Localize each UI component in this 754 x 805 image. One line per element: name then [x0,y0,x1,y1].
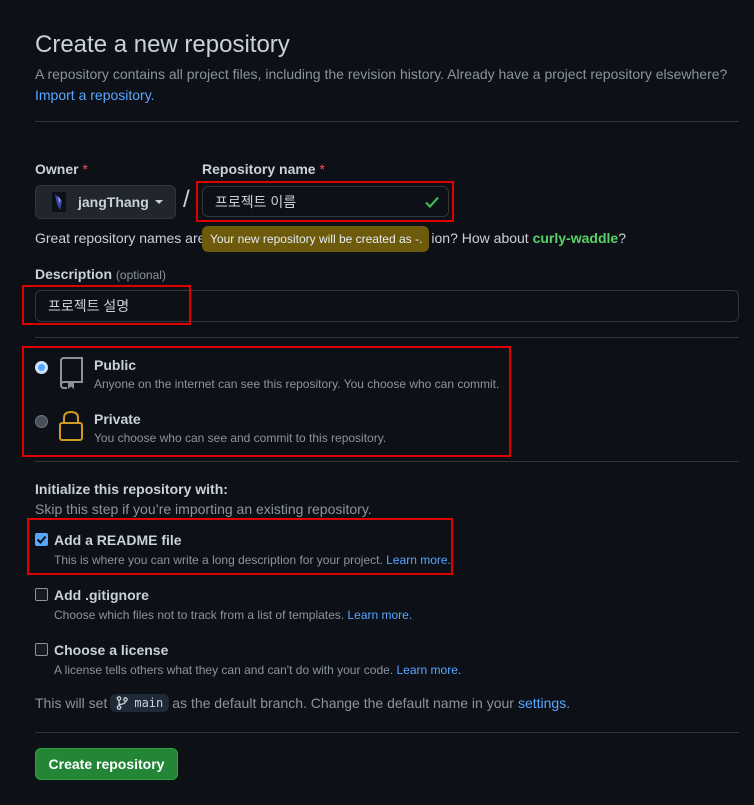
gitignore-desc: Choose which files not to track from a l… [54,608,412,622]
import-repository-link[interactable]: Import a repository. [35,87,155,103]
public-desc: Anyone on the internet can see this repo… [94,377,500,391]
private-radio[interactable] [35,415,48,428]
branch-note-end: . [566,695,571,711]
default-branch-note: This will set main as the default branch… [35,694,570,712]
create-repository-button[interactable]: Create repository [35,748,178,780]
branch-badge: main [110,694,170,712]
name-suggestion-link[interactable]: curly-waddle [533,230,619,246]
repo-name-input[interactable]: 프로젝트 이름 [202,186,449,217]
owner-label-text: Owner [35,161,79,177]
gitignore-title: Add .gitignore [54,587,149,603]
page-title: Create a new repository [35,31,290,58]
help-end: ? [618,230,626,246]
owner-dropdown[interactable]: jangThang [35,185,176,219]
description-label: Description (optional) [35,266,166,282]
gitignore-learn-more-link[interactable]: Learn more. [347,608,412,622]
private-title: Private [94,411,141,427]
public-radio[interactable] [35,361,48,374]
readme-desc: This is where you can write a long descr… [54,553,451,567]
branch-note-middle: as the default branch. Change the defaul… [172,695,514,711]
page-subtitle: A repository contains all project files,… [35,64,735,106]
avatar [52,192,66,212]
readme-checkbox[interactable] [35,533,48,546]
branch-note-prefix: This will set [35,695,108,711]
required-mark: * [82,161,88,177]
license-checkbox[interactable] [35,643,48,656]
repo-book-icon [60,357,83,389]
readme-learn-more-link[interactable]: Learn more. [386,553,451,567]
description-highlight [22,285,191,325]
owner-repo-separator: / [183,186,190,213]
checkmark-icon [36,535,47,544]
readme-title: Add a README file [54,532,182,548]
subtitle-text: A repository contains all project files,… [35,66,728,82]
repo-name-label: Repository name * [202,161,325,177]
help-prefix: Great repository names are [35,230,206,246]
owner-value: jangThang [78,194,149,210]
repo-name-tooltip: Your new repository will be created as -… [202,226,429,252]
branch-name: main [134,696,164,710]
license-desc-text: A license tells others what they can and… [54,663,394,677]
repo-name-value: 프로젝트 이름 [215,193,297,210]
gitignore-checkbox[interactable] [35,588,48,601]
divider [35,121,739,122]
private-desc: You choose who can see and commit to thi… [94,431,387,445]
license-title: Choose a license [54,642,169,658]
check-icon [425,196,439,209]
divider [35,732,739,733]
owner-label: Owner * [35,161,88,177]
init-heading: Initialize this repository with: [35,481,228,497]
lock-icon [59,410,83,441]
settings-link[interactable]: settings [518,695,566,711]
init-skip-note: Skip this step if you’re importing an ex… [35,501,372,517]
optional-note: (optional) [115,268,166,282]
license-desc: A license tells others what they can and… [54,663,461,677]
help-suffix: ion? How about [431,230,529,246]
divider [35,337,739,338]
readme-desc-text: This is where you can write a long descr… [54,553,383,567]
license-learn-more-link[interactable]: Learn more. [397,663,462,677]
public-title: Public [94,357,137,373]
gitignore-desc-text: Choose which files not to track from a l… [54,608,345,622]
avatar-icon [52,192,66,212]
divider [35,461,739,462]
chevron-down-icon [154,200,163,204]
git-branch-icon [117,696,129,710]
repo-name-label-text: Repository name [202,161,316,177]
description-label-text: Description [35,266,113,282]
required-mark: * [319,161,325,177]
